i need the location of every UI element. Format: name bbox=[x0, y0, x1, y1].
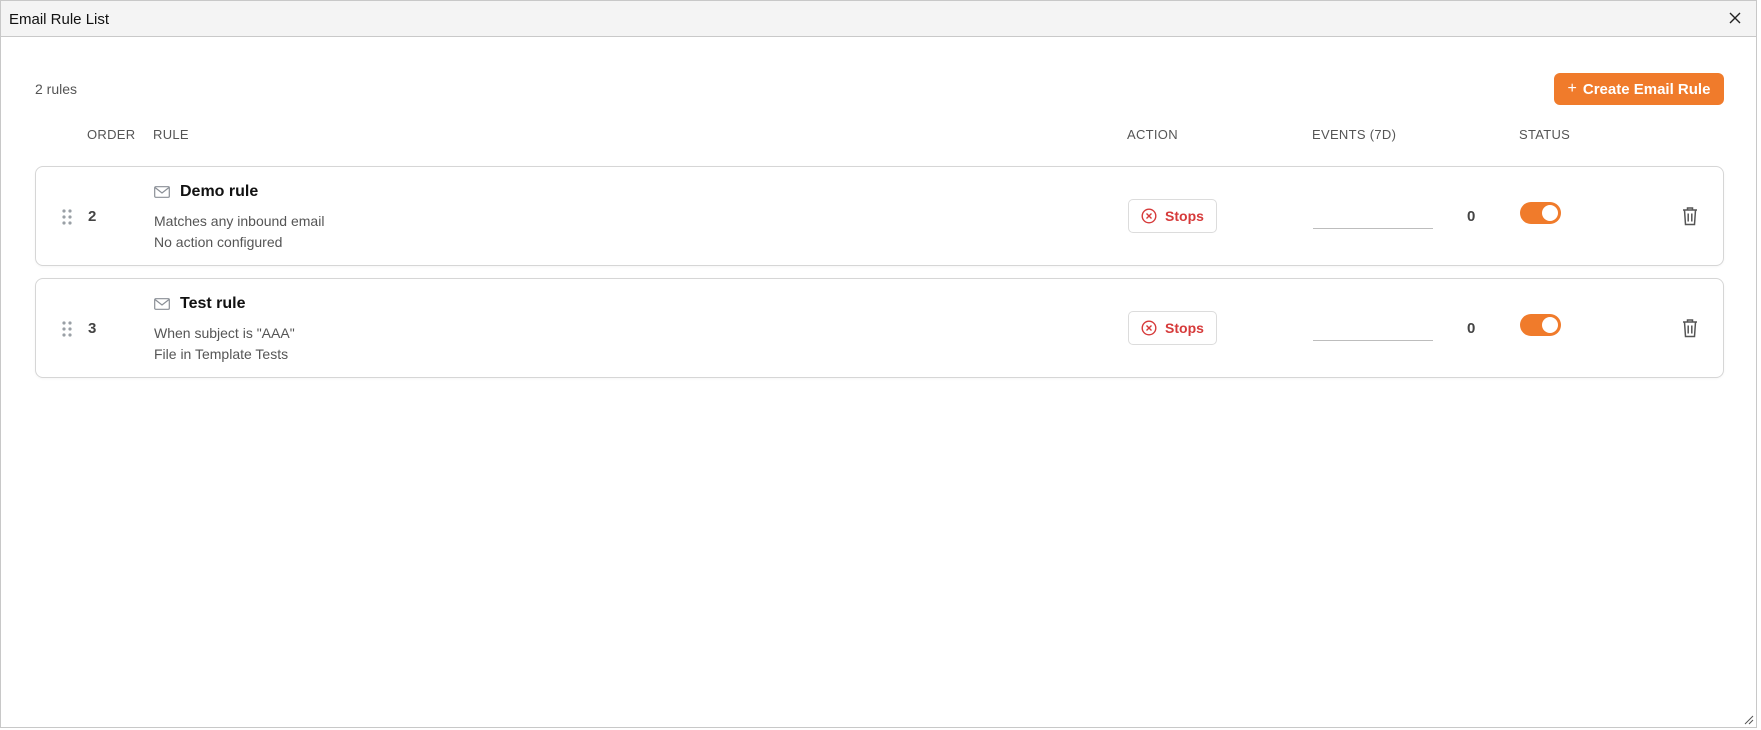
header-status: STATUS bbox=[1519, 127, 1571, 142]
action-badge[interactable]: Stops bbox=[1128, 311, 1217, 345]
status-toggle[interactable] bbox=[1520, 202, 1561, 224]
header-rule: RULE bbox=[153, 127, 189, 142]
rule-name[interactable]: Demo rule bbox=[180, 183, 258, 201]
status-toggle[interactable] bbox=[1520, 314, 1561, 336]
stop-circle-icon bbox=[1141, 208, 1157, 224]
rule-action-description: No action configured bbox=[154, 234, 283, 250]
stop-circle-icon bbox=[1141, 320, 1157, 336]
action-label: Stops bbox=[1165, 208, 1204, 224]
rule-condition: Matches any inbound email bbox=[154, 213, 325, 229]
rule-action-description: File in Template Tests bbox=[154, 346, 289, 362]
header-events: EVENTS (7D) bbox=[1312, 127, 1397, 142]
events-count: 0 bbox=[1467, 320, 1476, 337]
trash-icon[interactable] bbox=[1681, 206, 1699, 226]
window-title: Email Rule List bbox=[9, 11, 110, 28]
email-rule-list-window: Email Rule List 2 rules + Create Email R… bbox=[0, 0, 1757, 728]
action-label: Stops bbox=[1165, 320, 1204, 336]
drag-handle-icon[interactable] bbox=[62, 321, 72, 337]
titlebar: Email Rule List bbox=[1, 1, 1756, 37]
trash-icon[interactable] bbox=[1681, 318, 1699, 338]
create-email-rule-button[interactable]: + Create Email Rule bbox=[1554, 73, 1724, 105]
toggle-knob bbox=[1542, 205, 1558, 221]
events-sparkline bbox=[1313, 228, 1433, 229]
mail-icon bbox=[154, 186, 170, 198]
create-email-rule-label: Create Email Rule bbox=[1582, 80, 1711, 98]
rule-count: 2 rules bbox=[35, 81, 78, 97]
rule-order: 2 bbox=[88, 208, 97, 225]
mail-icon bbox=[154, 298, 170, 310]
rule-name[interactable]: Test rule bbox=[180, 295, 246, 313]
action-badge[interactable]: Stops bbox=[1128, 199, 1217, 233]
header-action: ACTION bbox=[1127, 127, 1178, 142]
close-icon bbox=[1729, 12, 1741, 24]
header-order: ORDER bbox=[87, 127, 136, 142]
drag-handle-icon[interactable] bbox=[62, 209, 72, 225]
close-button[interactable] bbox=[1724, 7, 1746, 29]
toggle-knob bbox=[1542, 317, 1558, 333]
rule-row[interactable]: 3 Test rule When subject is "AAA" File i… bbox=[35, 278, 1724, 378]
rule-order: 3 bbox=[88, 320, 97, 337]
events-count: 0 bbox=[1467, 208, 1476, 225]
events-sparkline bbox=[1313, 340, 1433, 341]
rule-condition: When subject is "AAA" bbox=[154, 325, 295, 341]
rule-row[interactable]: 2 Demo rule Matches any inbound email No… bbox=[35, 166, 1724, 266]
plus-icon: + bbox=[1567, 80, 1577, 97]
resize-grip-icon[interactable] bbox=[1744, 715, 1754, 725]
